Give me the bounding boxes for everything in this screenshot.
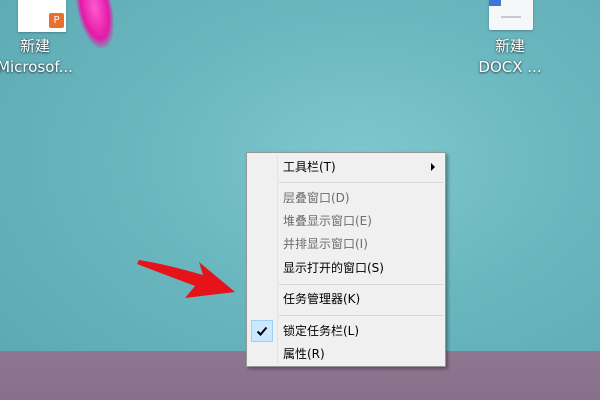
menu-item-stack-windows[interactable]: 堆叠显示窗口(E) (249, 210, 443, 232)
powerpoint-file-icon[interactable]: P (18, 0, 66, 32)
desktop-icon-label-line1: 新建 (19, 37, 50, 55)
desktop-icon-docx[interactable]: 新建 DOCX ... (462, 36, 558, 78)
powerpoint-badge-icon: P (49, 13, 64, 28)
menu-item-label: 工具栏(T) (283, 160, 336, 174)
red-pointer-arrow-icon (137, 260, 235, 298)
desktop-icon-presentation[interactable]: 新建 Microsof... (0, 36, 83, 78)
desktop[interactable]: P 新建 Microsof... 新建 DOCX ... 工具栏(T) 层叠窗口… (0, 0, 600, 400)
docx-check-mark (501, 8, 521, 18)
docx-accent-strip (489, 0, 501, 6)
submenu-arrow-icon (431, 163, 435, 171)
menu-item-label: 任务管理器(K) (283, 292, 361, 306)
menu-item-side-by-side-windows[interactable]: 并排显示窗口(I) (249, 233, 443, 255)
menu-separator (279, 315, 443, 316)
menu-item-label: 层叠窗口(D) (283, 191, 350, 205)
menu-item-properties[interactable]: 属性(R) (249, 343, 443, 365)
desktop-icon-label-line1: 新建 (494, 37, 525, 55)
menu-separator (279, 182, 443, 183)
menu-item-label: 锁定任务栏(L) (283, 324, 360, 338)
menu-item-label: 属性(R) (283, 347, 325, 361)
taskbar-context-menu: 工具栏(T) 层叠窗口(D) 堆叠显示窗口(E) 并排显示窗口(I) 显示打开的… (246, 152, 446, 367)
menu-item-task-manager[interactable]: 任务管理器(K) (249, 288, 443, 310)
menu-separator (279, 284, 443, 285)
desktop-icon-label-line2: Microsof... (0, 58, 73, 76)
menu-item-show-desktop-windows[interactable]: 显示打开的窗口(S) (249, 257, 443, 279)
checkmark-icon (251, 320, 273, 342)
menu-item-cascade-windows[interactable]: 层叠窗口(D) (249, 187, 443, 209)
desktop-icon-label-line2: DOCX ... (478, 58, 542, 76)
menu-item-label: 并排显示窗口(I) (283, 237, 368, 251)
menu-item-label: 显示打开的窗口(S) (283, 261, 384, 275)
menu-item-label: 堆叠显示窗口(E) (283, 214, 372, 228)
menu-item-lock-taskbar[interactable]: 锁定任务栏(L) (249, 320, 443, 342)
word-docx-file-icon[interactable] (489, 0, 533, 30)
menu-item-toolbars[interactable]: 工具栏(T) (249, 156, 443, 178)
